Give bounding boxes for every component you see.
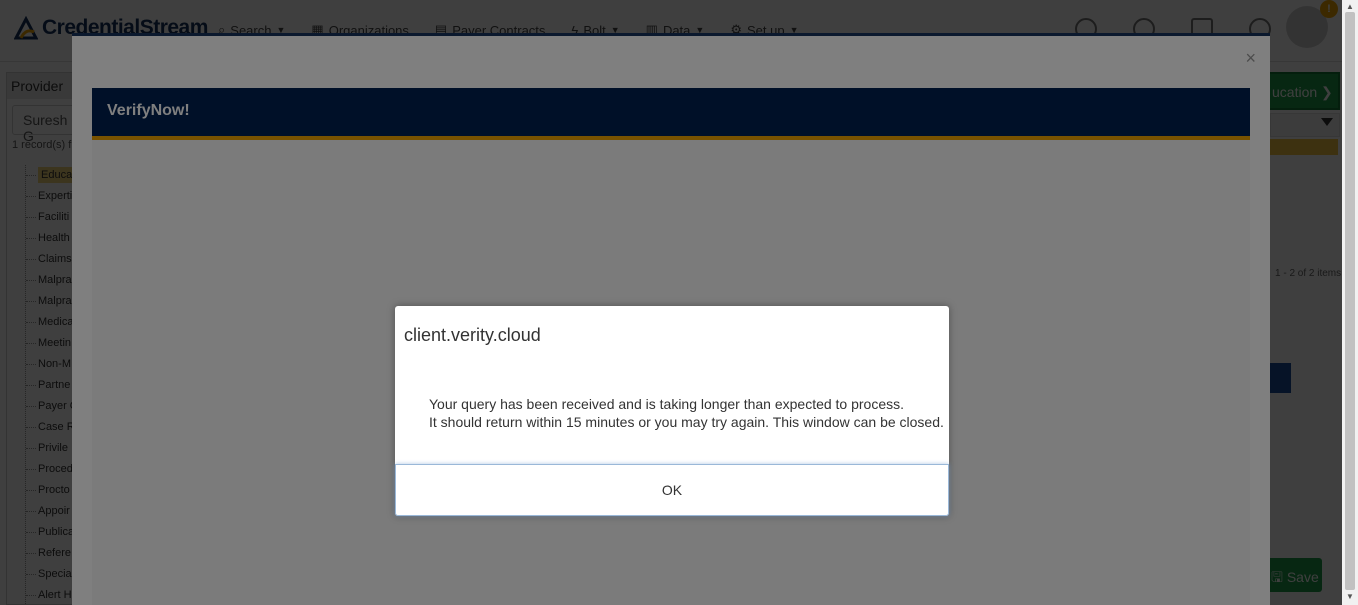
alert-dialog: client.verity.cloud Your query has been …	[395, 306, 949, 516]
alert-message: Your query has been received and is taki…	[429, 395, 944, 431]
alert-message-line: It should return within 15 minutes or yo…	[429, 414, 944, 430]
scroll-down-icon[interactable]: ▼	[1346, 592, 1354, 601]
alert-host: client.verity.cloud	[404, 325, 541, 345]
ok-button[interactable]: OK	[395, 464, 949, 516]
scroll-up-icon[interactable]: ▲	[1346, 2, 1354, 11]
scroll-thumb[interactable]	[1345, 12, 1355, 590]
alert-message-line: Your query has been received and is taki…	[429, 396, 905, 412]
page-scrollbar[interactable]: ▲ ▼	[1342, 0, 1358, 605]
